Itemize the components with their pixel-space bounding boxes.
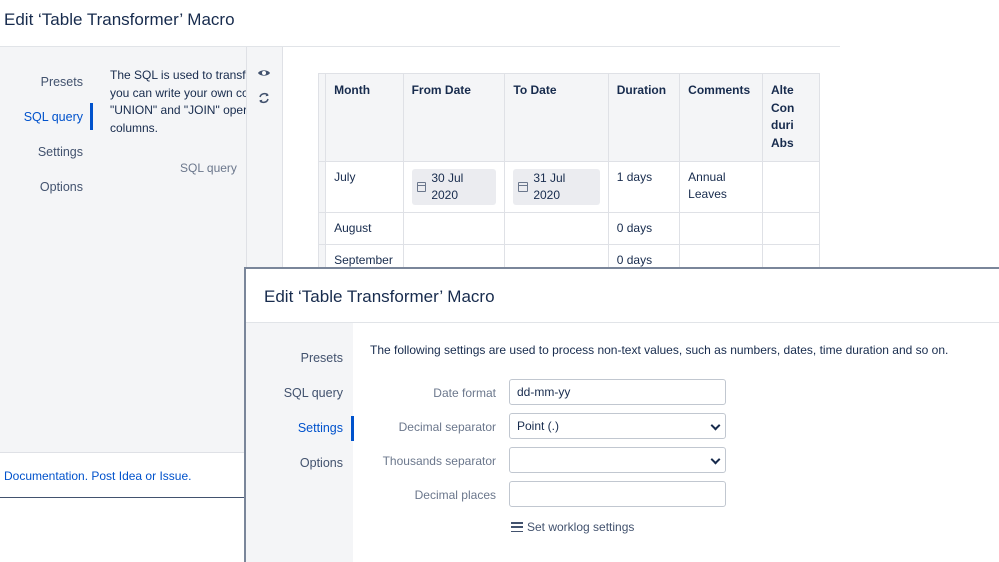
table-preview: Month From Date To Date Duration Comment… bbox=[318, 73, 820, 273]
column-header: From Date bbox=[402, 73, 506, 162]
dialog-title: Edit ‘Table Transformer’ Macro bbox=[4, 10, 235, 29]
column-header: Month bbox=[325, 73, 404, 162]
date-text: 30 Jul 2020 bbox=[431, 171, 464, 202]
sidebar-item-options[interactable]: Options bbox=[40, 180, 83, 194]
cell-to-date bbox=[504, 212, 609, 245]
row-gutter bbox=[318, 73, 327, 162]
cell-from-date: 30 Jul 2020 bbox=[402, 161, 506, 213]
sql-query-label: SQL query bbox=[180, 161, 237, 175]
cell-duration: 0 days bbox=[607, 212, 681, 245]
chevron-down-icon bbox=[710, 420, 721, 431]
date-lozenge: 30 Jul 2020 bbox=[411, 169, 497, 205]
sidebar-item-settings[interactable]: Settings bbox=[38, 145, 83, 159]
title-divider bbox=[246, 322, 999, 323]
set-worklog-settings-link[interactable]: Set worklog settings bbox=[511, 520, 634, 534]
decimal-separator-label: Decimal separator bbox=[398, 420, 496, 434]
column-header-text: Alte Con duri Abs bbox=[771, 83, 795, 150]
date-lozenge: 31 Jul 2020 bbox=[513, 169, 600, 205]
issue-link[interactable]: Issue bbox=[159, 469, 188, 483]
sidebar-item-options[interactable]: Options bbox=[300, 456, 343, 470]
preview-table: Month From Date To Date Duration Comment… bbox=[318, 73, 820, 273]
cell-month: August bbox=[325, 212, 404, 245]
description-line: The SQL is used to transfo bbox=[110, 68, 246, 82]
thousands-separator-select[interactable] bbox=[509, 447, 726, 473]
comments-text: Annual Leaves bbox=[688, 170, 727, 201]
column-header: To Date bbox=[504, 73, 609, 162]
decimal-separator-value: Point (.) bbox=[517, 419, 560, 433]
cell-from-date bbox=[402, 212, 506, 245]
footer-text: . bbox=[188, 469, 192, 483]
calendar-icon bbox=[416, 182, 427, 192]
cell-comments: Annual Leaves bbox=[679, 161, 763, 213]
idea-link[interactable]: Idea bbox=[119, 469, 142, 483]
settings-dialog: Edit ‘Table Transformer’ Macro Presets S… bbox=[244, 267, 999, 562]
active-nav-indicator bbox=[351, 416, 354, 441]
date-format-value: dd-mm-yy bbox=[517, 385, 571, 399]
sql-query-panel: The SQL is used to transfo you can write… bbox=[93, 47, 246, 452]
footer-bottom-divider bbox=[0, 497, 244, 498]
description-line: columns. bbox=[110, 120, 159, 135]
footer-links: Documentation. Post Idea or Issue. bbox=[4, 469, 191, 483]
worklog-link-text: Set worklog settings bbox=[527, 520, 635, 534]
sidebar: Presets SQL query Settings Options bbox=[246, 323, 353, 562]
calendar-icon bbox=[518, 182, 529, 192]
eye-icon[interactable] bbox=[257, 66, 271, 80]
menu-icon bbox=[511, 522, 523, 532]
description-line: "UNION" and "JOIN" oper bbox=[110, 103, 246, 117]
date-format-input[interactable]: dd-mm-yy bbox=[509, 379, 726, 405]
documentation-link[interactable]: Documentation. bbox=[4, 469, 88, 483]
dialog-title: Edit ‘Table Transformer’ Macro bbox=[264, 287, 495, 306]
sidebar-item-sql-query[interactable]: SQL query bbox=[284, 386, 343, 400]
cell-month: July bbox=[325, 161, 404, 213]
sidebar-item-settings[interactable]: Settings bbox=[298, 421, 343, 435]
thousands-separator-label: Thousands separator bbox=[382, 454, 496, 468]
sidebar-item-presets[interactable]: Presets bbox=[41, 75, 83, 89]
column-header: Comments bbox=[679, 73, 763, 162]
column-header: Alte Con duri Abs bbox=[762, 73, 820, 162]
footer-text: Post bbox=[88, 469, 119, 483]
cell-duration: 1 days bbox=[607, 161, 681, 213]
date-format-label: Date format bbox=[433, 386, 496, 400]
description-line: you can write your own co bbox=[110, 85, 246, 100]
sidebar-item-presets[interactable]: Presets bbox=[301, 351, 343, 365]
cell-extra bbox=[762, 161, 820, 213]
column-header: Duration bbox=[607, 73, 681, 162]
refresh-icon[interactable] bbox=[257, 91, 271, 105]
table-row: July 30 Jul 2020 31 Jul 2020 1 days Annu… bbox=[318, 161, 820, 213]
cell-to-date: 31 Jul 2020 bbox=[504, 161, 609, 213]
date-text: 31 Jul 2020 bbox=[533, 171, 566, 202]
decimal-separator-select[interactable]: Point (.) bbox=[509, 413, 726, 439]
cell-comments bbox=[679, 212, 763, 245]
cell-extra bbox=[762, 212, 820, 245]
row-gutter bbox=[318, 161, 327, 213]
settings-description: The following settings are used to proce… bbox=[370, 343, 949, 357]
decimal-places-input[interactable] bbox=[509, 481, 726, 507]
sidebar-item-sql-query[interactable]: SQL query bbox=[24, 110, 83, 124]
decimal-places-label: Decimal places bbox=[414, 488, 496, 502]
sql-description: The SQL is used to transfo you can write… bbox=[110, 67, 246, 137]
sidebar: Presets SQL query Settings Options bbox=[0, 47, 93, 452]
row-gutter bbox=[318, 212, 327, 245]
footer-divider bbox=[0, 452, 244, 453]
table-row: August 0 days bbox=[318, 212, 820, 245]
footer-text: or bbox=[142, 469, 160, 483]
chevron-down-icon bbox=[710, 454, 721, 465]
